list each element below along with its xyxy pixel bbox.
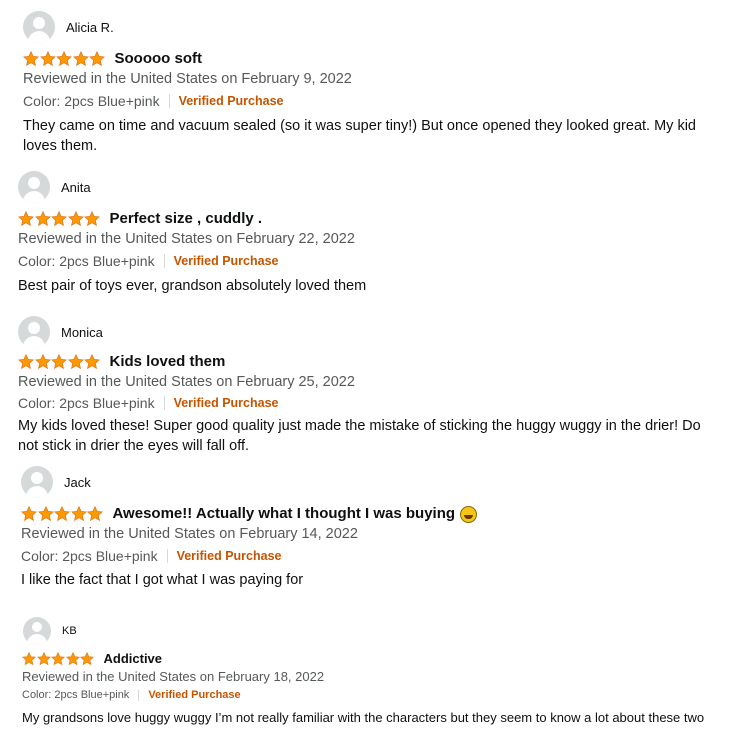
star-rating[interactable] [18,210,101,227]
review-body: My grandsons love huggy wuggy I’m not re… [22,710,705,725]
avatar-icon [23,11,55,43]
star-icon [23,50,39,66]
product-variant[interactable]: Color: 2pcs Blue+pink [23,93,160,109]
star-icon [21,505,37,521]
star-icon [67,353,84,369]
review-date: Reviewed in the United States on Februar… [23,71,352,87]
star-icon [51,651,65,665]
review-date: Reviewed in the United States on Februar… [18,231,355,247]
reviewer-profile[interactable]: Alicia R. [23,11,114,43]
star-icon [51,210,67,226]
star-icon [89,50,105,66]
star-icon [84,210,100,226]
review-title[interactable]: Sooooo soft [115,50,202,67]
verified-purchase-badge: Verified Purchase [176,549,282,563]
star-icon [56,50,72,66]
reviewer-name: Alicia R. [66,19,114,35]
product-variant[interactable]: Color: 2pcs Blue+pink [21,548,158,564]
product-variant[interactable]: Color: 2pcs Blue+pink [18,253,155,269]
star-icon [65,651,80,665]
review-card: Jack Awesome!! Actually what I thought I… [0,460,750,605]
star-icon [70,505,87,521]
avatar-icon [21,466,53,498]
star-icon [36,651,51,665]
review-title-text: Awesome!! Actually what I thought I was … [112,505,456,522]
star-icon [37,505,54,521]
divider [168,94,170,108]
review-body: My kids loved these! Super good quality … [18,418,701,454]
divider [163,254,165,268]
divider [163,396,165,410]
star-icon [67,210,84,226]
verified-purchase-badge: Verified Purchase [173,254,279,268]
star-icon [84,353,100,369]
review-date: Reviewed in the United States on Februar… [18,374,355,390]
review-title[interactable]: Awesome!! Actually what I thought I was … [113,505,478,523]
review-body: Best pair of toys ever, grandson absolut… [18,278,367,294]
reviewer-name: Anita [61,179,91,195]
reviewer-profile[interactable]: Monica [18,316,103,348]
star-icon [18,210,34,226]
star-icon [72,50,89,66]
divider [138,689,140,701]
review-body: They came on time and vacuum sealed (so … [23,118,696,154]
avatar-icon [18,316,50,348]
review-card: Alicia R. Sooooo soft Reviewed in the Un… [0,0,750,160]
star-icon [39,50,56,66]
star-rating[interactable] [21,505,104,522]
star-icon [22,651,36,665]
product-variant[interactable]: Color: 2pcs Blue+pink [18,395,155,411]
star-rating[interactable] [23,50,106,67]
review-date: Reviewed in the United States on Februar… [22,669,325,684]
star-rating[interactable] [22,651,95,666]
star-icon [34,353,51,369]
reviewer-profile[interactable]: Jack [21,466,91,498]
star-icon [54,505,70,521]
reviewer-name: Jack [64,474,91,490]
verified-purchase-badge: Verified Purchase [148,689,241,701]
star-icon [87,505,103,521]
reviewer-name: KB [62,625,77,637]
laughing-emoji-icon [460,505,478,523]
star-icon [18,353,34,369]
reviewer-profile[interactable]: Anita [18,171,91,203]
reviewer-name: Monica [61,324,103,340]
review-body: I like the fact that I got what I was pa… [21,572,304,588]
star-icon [34,210,51,226]
verified-purchase-badge: Verified Purchase [178,94,284,108]
review-card: Anita Perfect size , cuddly . Reviewed i… [0,160,750,305]
review-card: Monica Kids loved them Reviewed in the U… [0,305,750,460]
review-title[interactable]: Addictive [104,651,163,666]
divider [166,549,168,563]
verified-purchase-badge: Verified Purchase [173,396,279,410]
star-rating[interactable] [18,353,101,370]
reviewer-profile[interactable]: KB [23,617,77,645]
review-card: KB Addictive Reviewed in the United Stat… [0,605,750,742]
star-icon [80,651,94,665]
review-date: Reviewed in the United States on Februar… [21,526,358,542]
review-title[interactable]: Kids loved them [110,353,226,370]
star-icon [51,353,67,369]
avatar-icon [18,171,50,203]
avatar-icon [23,617,51,645]
product-variant[interactable]: Color: 2pcs Blue+pink [22,689,129,701]
review-title[interactable]: Perfect size , cuddly . [110,210,263,227]
